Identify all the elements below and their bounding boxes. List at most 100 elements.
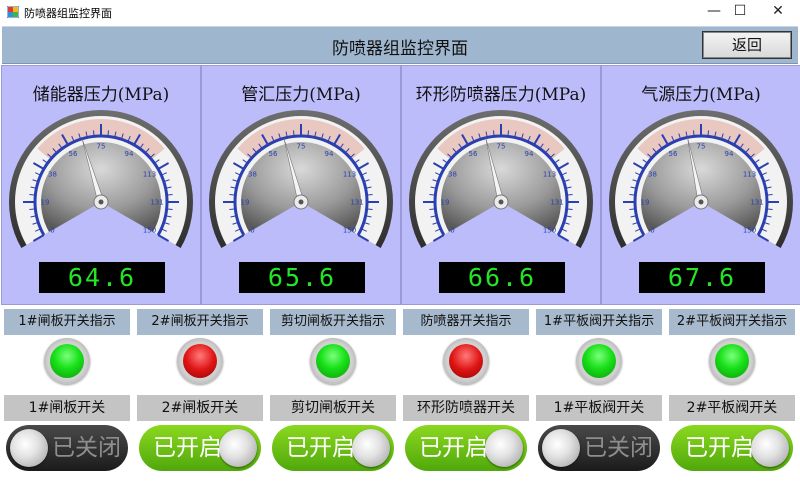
toggle-switch[interactable]: 已开启 — [139, 425, 261, 471]
gauge-tick-label: 0 — [50, 227, 54, 235]
indicator-lamp — [44, 338, 90, 384]
gauge-tick-label: 75 — [97, 143, 106, 151]
gauge-tick-label: 38 — [448, 171, 457, 179]
indicator-label: 剪切闸板开关指示 — [270, 309, 396, 335]
gauge-tick-label: 94 — [525, 150, 534, 158]
toggle-knob[interactable] — [10, 429, 48, 467]
gauge-tick-label: 19 — [441, 199, 450, 207]
pressure-gauge: 0 19 38 56 75 94 113 131 150 — [9, 109, 193, 248]
indicator-label: 1#平板阀开关指示 — [536, 309, 662, 335]
toggle-state-text: 已开启 — [153, 435, 222, 461]
lamp-bulb — [316, 344, 350, 378]
gauge-panel-annular: 环形防喷器压力(MPa) 0 19 38 56 75 94 113 131 150 66.6 — [401, 65, 601, 305]
gauge-tick-label: 19 — [641, 199, 650, 207]
gauge-minor-tick — [92, 130, 95, 137]
gauge-tick-label: 94 — [725, 150, 734, 158]
gauge-minor-tick — [29, 193, 36, 196]
indicator-lamp — [709, 338, 755, 384]
toggle-switch[interactable]: 已关闭 — [6, 425, 128, 471]
indicator-label: 防喷器开关指示 — [403, 309, 529, 335]
gauge-tick-label: 94 — [125, 150, 134, 158]
indicator-label: 2#平板阀开关指示 — [669, 309, 795, 335]
gauge-tick-label: 19 — [241, 199, 250, 207]
gauge-tick-label: 0 — [250, 227, 254, 235]
switch-label: 环形防喷器开关 — [403, 395, 529, 421]
toggle-knob[interactable] — [542, 429, 580, 467]
gauge-label: 环形防喷器压力(MPa) — [415, 85, 587, 105]
lamp-bulb — [449, 344, 483, 378]
gauge-tick-label: 131 — [350, 199, 363, 207]
gauge-tick-label: 0 — [450, 227, 454, 235]
gauge-tick-label: 150 — [143, 227, 156, 235]
gauge-minor-tick — [492, 130, 495, 137]
gauge-minor-tick — [229, 208, 236, 211]
gauge-readout: 67.6 — [639, 262, 765, 293]
gauge-tick-label: 150 — [543, 227, 556, 235]
gauge-label: 储能器压力(MPa) — [32, 85, 170, 105]
indicator-lamp — [576, 338, 622, 384]
toggle-switch[interactable]: 已开启 — [272, 425, 394, 471]
toggle-switch[interactable]: 已关闭 — [538, 425, 660, 471]
gauge-tick-label: 113 — [143, 171, 156, 179]
gauge-minor-tick — [292, 130, 295, 137]
gauge-minor-tick — [692, 130, 695, 137]
close-button[interactable]: ✕ — [756, 0, 800, 24]
switch-label: 2#闸板开关 — [137, 395, 263, 421]
gauge-tick-label: 56 — [69, 150, 78, 158]
indicator-lamp — [443, 338, 489, 384]
gauge-minor-tick — [766, 208, 773, 211]
toggle-knob[interactable] — [485, 429, 523, 467]
pressure-gauge: 0 19 38 56 75 94 113 131 150 — [209, 109, 393, 248]
toggle-knob[interactable] — [751, 429, 789, 467]
gauge-tick-label: 38 — [648, 171, 657, 179]
gauge-readout: 65.6 — [239, 262, 365, 293]
gauge-hub-center — [498, 199, 504, 205]
gauge-tick-label: 131 — [150, 199, 163, 207]
gauge-minor-tick — [566, 208, 573, 211]
toggle-state-text: 已开启 — [419, 435, 488, 461]
gauge-tick-label: 150 — [743, 227, 756, 235]
indicator-label: 1#闸板开关指示 — [4, 309, 130, 335]
gauge-tick-label: 19 — [41, 199, 50, 207]
gauge-tick-label: 38 — [248, 171, 257, 179]
gauge-minor-tick — [229, 193, 236, 196]
indicator-lamp — [310, 338, 356, 384]
toggle-switch[interactable]: 已开启 — [671, 425, 793, 471]
gauge-minor-tick — [507, 130, 510, 137]
gauge-tick-label: 38 — [48, 171, 57, 179]
pressure-gauge: 0 19 38 56 75 94 113 131 150 — [409, 109, 593, 248]
gauge-tick-label: 113 — [743, 171, 756, 179]
back-button[interactable]: 返回 — [702, 31, 792, 59]
gauge-hub-center — [298, 199, 304, 205]
gauge-minor-tick — [307, 130, 310, 137]
gauge-tick-label: 113 — [343, 171, 356, 179]
gauge-tick-label: 131 — [750, 199, 763, 207]
gauge-panel-manifold: 管汇压力(MPa) 0 19 38 56 75 94 113 131 150 65.6 — [201, 65, 401, 305]
gauge-tick-label: 0 — [650, 227, 654, 235]
gauge-tick-label: 113 — [543, 171, 556, 179]
lamp-bulb — [582, 344, 616, 378]
lamp-bulb — [183, 344, 217, 378]
toggle-state-text: 已开启 — [685, 435, 754, 461]
toggle-knob[interactable] — [219, 429, 257, 467]
switch-label: 1#闸板开关 — [4, 395, 130, 421]
gauge-minor-tick — [429, 193, 436, 196]
switch-label: 剪切闸板开关 — [270, 395, 396, 421]
gauge-readout: 66.6 — [439, 262, 565, 293]
gauge-minor-tick — [629, 208, 636, 211]
toggle-switch[interactable]: 已开启 — [405, 425, 527, 471]
toggle-knob[interactable] — [352, 429, 390, 467]
gauge-tick-label: 56 — [269, 150, 278, 158]
gauge-minor-tick — [107, 130, 110, 137]
gauge-minor-tick — [766, 193, 773, 196]
gauge-minor-tick — [166, 193, 173, 196]
gauge-tick-label: 75 — [297, 143, 306, 151]
gauge-minor-tick — [566, 193, 573, 196]
gauge-tick-label: 75 — [497, 143, 506, 151]
gauge-readout: 64.6 — [39, 262, 165, 293]
gauge-tick-label: 131 — [550, 199, 563, 207]
gauge-minor-tick — [166, 208, 173, 211]
indicator-lamp — [177, 338, 223, 384]
page-title: 防喷器组监控界面 — [332, 39, 468, 59]
app-icon — [7, 6, 19, 18]
